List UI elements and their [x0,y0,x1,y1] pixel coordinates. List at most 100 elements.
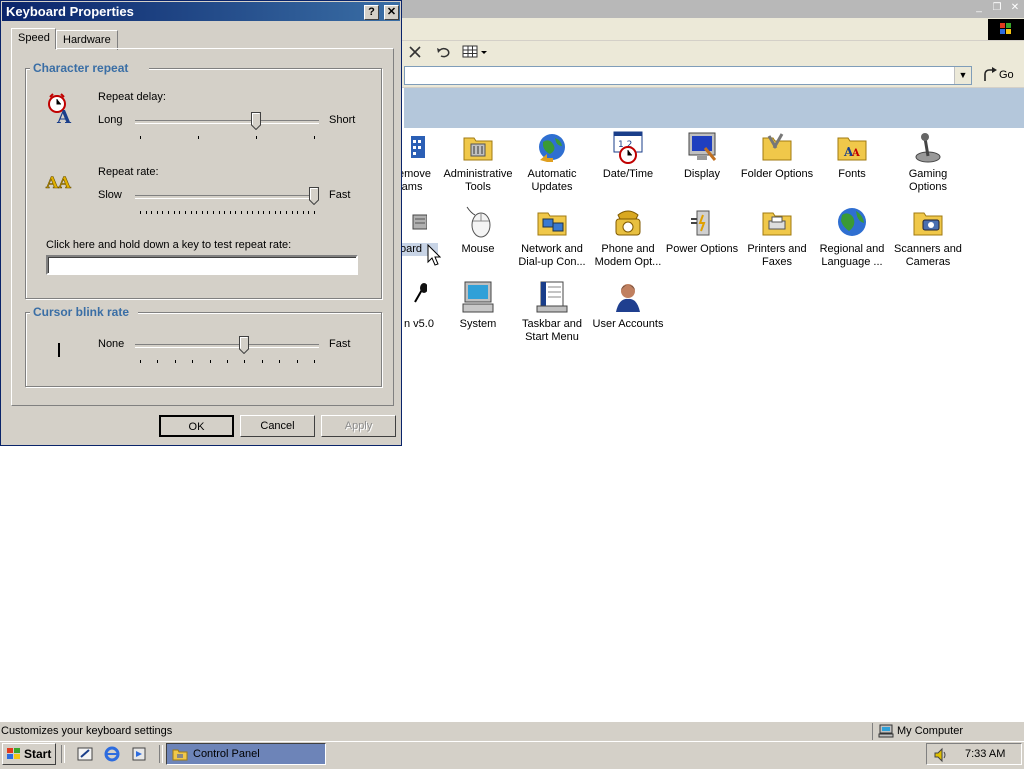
views-icon[interactable] [462,45,488,59]
cp-item-mouse[interactable]: Mouse [440,205,516,256]
repeat-rate-max-label: Fast [329,189,351,201]
slider-tick [314,136,315,139]
control-panel-icon [172,749,188,761]
repeat-delay-slider[interactable] [135,112,319,142]
cp-item-fonts[interactable]: AA Fonts [814,130,890,181]
test-repeat-input[interactable] [46,255,358,275]
cp-item-gaming-options[interactable]: Gaming Options [890,130,966,194]
cp-item-label: Administrative Tools [443,168,513,193]
cp-item-label: Scanners and Cameras [894,243,962,268]
address-dropdown-button[interactable]: ▼ [954,67,971,84]
slider-tick [244,360,246,363]
cp-item-folder-options[interactable]: Folder Options [739,130,815,181]
restore-icon[interactable]: ❐ [990,2,1004,14]
cancel-button[interactable]: Cancel [240,415,315,437]
cursor-blink-preview [58,343,60,357]
cp-item-date-time[interactable]: 1 2 Date/Time [590,130,666,181]
go-button[interactable]: Go [980,66,1020,84]
test-repeat-label: Click here and hold down a key to test r… [46,239,292,251]
slider-tick [252,211,254,214]
taskbar [0,741,1024,769]
go-arrow-icon [984,67,997,81]
slider-tick [280,211,282,214]
cp-item-scanners-cameras[interactable]: Scanners and Cameras [890,205,966,269]
cp-item-automatic-updates[interactable]: Automatic Updates [514,130,590,194]
slider-tick [229,211,231,214]
start-button[interactable]: Start [2,743,56,765]
cp-item-display[interactable]: Display [664,130,740,181]
cp-item-user-accounts[interactable]: User Accounts [590,280,666,331]
slider-tick [209,360,211,363]
cp-item-label: Regional and Language ... [819,243,885,268]
slider-tick [314,360,315,363]
slider-tick [256,136,257,139]
slider-tick [257,211,259,214]
repeat-rate-icon: AA [45,173,72,193]
help-icon[interactable]: ? [364,5,379,20]
cp-item-printers-faxes[interactable]: Printers and Faxes [739,205,815,269]
cp-item-phone-modem[interactable]: Phone and Modem Opt... [590,205,666,269]
cursor-blink-max-label: Fast [329,338,351,350]
svg-text:A: A [851,148,860,159]
system-icon [461,280,495,314]
media-player-icon[interactable] [131,746,147,762]
taskbar-divider [159,745,163,763]
mouse-icon [461,205,495,239]
slider-tick [201,211,203,214]
cp-item-label: Network and Dial-up Con... [518,243,586,268]
cp-item-network[interactable]: Network and Dial-up Con... [514,205,590,269]
minimize-icon[interactable]: _ [972,2,986,14]
cp-item-label: System [459,318,497,330]
cp-item-regional-language[interactable]: Regional and Language ... [814,205,890,269]
close-icon[interactable]: ✕ [1008,2,1022,14]
slider-thumb[interactable] [239,336,250,354]
slider-thumb[interactable] [309,187,319,205]
repeat-rate-label: Repeat rate: [98,166,159,178]
cp-item-label: Power Options [665,243,739,255]
regional-language-icon [835,205,869,239]
ok-button[interactable]: OK [159,415,234,437]
slider-tick [196,211,198,214]
internet-explorer-icon[interactable] [104,746,120,762]
cp-item-system[interactable]: System [440,280,516,331]
cp-item-label: User Accounts [592,318,664,330]
slider-tick [157,360,159,363]
repeat-rate-slider[interactable] [135,187,319,217]
status-bar: Customizes your keyboard settings My Com… [0,721,1024,742]
slider-tick [168,211,170,214]
cp-item-taskbar-start-menu[interactable]: Taskbar and Start Menu [514,280,590,344]
cp-item-label: Gaming Options [908,168,948,193]
tab-hardware[interactable]: Hardware [56,30,118,50]
volume-icon[interactable] [933,747,949,763]
automatic-updates-icon [535,130,569,164]
cursor-blink-min-label: None [98,338,125,350]
cp-item-label: Mouse [461,243,495,255]
cp-item-administrative-tools[interactable]: Administrative Tools [440,130,516,194]
slider-tick [179,211,181,214]
cp-item-power-options[interactable]: Power Options [664,205,740,256]
windows-flag-icon [1000,23,1011,34]
delete-x-icon[interactable] [408,45,422,59]
undo-icon[interactable] [436,45,452,59]
slider-tick [140,360,141,363]
tab-speed[interactable]: Speed [11,28,56,49]
repeat-delay-label: Repeat delay: [98,91,166,103]
apply-button[interactable]: Apply [321,415,396,437]
address-input[interactable] [404,66,972,85]
slider-thumb[interactable] [251,112,261,130]
slider-track [135,120,319,124]
slider-tick [224,211,226,214]
cp-item-label: Automatic Updates [527,168,577,193]
repeat-delay-icon: A [48,93,72,125]
scanners-cameras-icon [911,205,945,239]
cp-item-label: Printers and Faxes [747,243,807,268]
slider-tick [269,211,271,214]
taskbar-item-label: Control Panel [193,748,260,760]
taskbar-item-control-panel[interactable]: Control Panel [166,743,326,765]
network-icon [535,205,569,239]
dialog-titlebar[interactable]: Keyboard Properties ? ✕ [2,2,400,21]
show-desktop-icon[interactable] [77,746,93,762]
close-icon[interactable]: ✕ [384,5,399,20]
cursor-blink-slider[interactable] [135,336,319,366]
repeat-delay-min-label: Long [98,114,123,126]
